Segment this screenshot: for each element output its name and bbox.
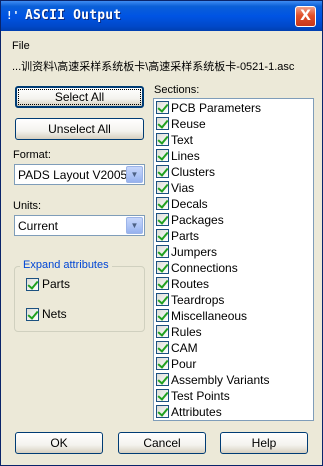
- section-label: Packages: [171, 213, 224, 227]
- section-label: Reuse: [171, 117, 206, 131]
- section-checkbox[interactable]: [156, 261, 169, 274]
- section-label: Parts: [171, 229, 200, 243]
- units-select[interactable]: Current ▼: [14, 215, 145, 236]
- section-label: PCB Parameters: [171, 101, 262, 115]
- list-item[interactable]: Routes: [154, 276, 313, 292]
- help-button[interactable]: Help: [220, 432, 308, 454]
- section-label: Routes: [171, 277, 210, 291]
- units-label: Units:: [13, 200, 42, 212]
- list-item[interactable]: Text: [154, 132, 313, 148]
- chevron-down-icon[interactable]: ▼: [126, 166, 143, 183]
- list-item[interactable]: Lines: [154, 148, 313, 164]
- section-checkbox[interactable]: [156, 101, 169, 114]
- section-checkbox[interactable]: [156, 357, 169, 370]
- section-checkbox[interactable]: [156, 245, 169, 258]
- section-checkbox[interactable]: [156, 373, 169, 386]
- expand-attributes-group: [14, 266, 145, 332]
- section-checkbox[interactable]: [156, 149, 169, 162]
- format-value: PADS Layout V2005.2: [18, 168, 138, 182]
- select-all-button[interactable]: Select All: [15, 86, 144, 108]
- close-button[interactable]: X: [295, 6, 316, 27]
- section-checkbox[interactable]: [156, 213, 169, 226]
- format-label: Format:: [13, 149, 51, 161]
- list-item[interactable]: Rules: [154, 324, 313, 340]
- section-checkbox[interactable]: [156, 277, 169, 290]
- expand-parts-checkbox[interactable]: [26, 278, 39, 291]
- list-item[interactable]: Connections: [154, 260, 313, 276]
- expand-nets-label: Nets: [42, 307, 67, 321]
- list-item[interactable]: Jumpers: [154, 244, 313, 260]
- list-item[interactable]: Pour: [154, 356, 313, 372]
- section-label: Pour: [171, 357, 197, 371]
- list-item[interactable]: CAM: [154, 340, 313, 356]
- section-checkbox[interactable]: [156, 405, 169, 418]
- list-item[interactable]: Miscellaneous: [154, 308, 313, 324]
- section-label: Text: [171, 133, 194, 147]
- list-item[interactable]: Decals: [154, 196, 313, 212]
- ascii-output-dialog: !' ASCII Output X File ...训资料\高速采样系统板卡\高…: [0, 0, 323, 466]
- app-icon: !': [6, 9, 20, 22]
- list-item[interactable]: Assembly Variants: [154, 372, 313, 388]
- section-checkbox[interactable]: [156, 389, 169, 402]
- list-item[interactable]: Vias: [154, 180, 313, 196]
- section-label: Attributes: [171, 405, 222, 419]
- expand-attributes-title: Expand attributes: [20, 259, 112, 271]
- section-checkbox[interactable]: [156, 133, 169, 146]
- unselect-all-button[interactable]: Unselect All: [15, 118, 144, 140]
- list-item[interactable]: Teardrops: [154, 292, 313, 308]
- list-item[interactable]: Attributes: [154, 404, 313, 420]
- section-label: Vias: [171, 181, 195, 195]
- list-item[interactable]: Parts: [154, 228, 313, 244]
- section-checkbox[interactable]: [156, 117, 169, 130]
- list-item[interactable]: PCB Parameters: [154, 100, 313, 116]
- file-label: File: [12, 40, 30, 52]
- format-select[interactable]: PADS Layout V2005.2 ▼: [14, 164, 145, 185]
- list-item[interactable]: Clusters: [154, 164, 313, 180]
- list-item[interactable]: Test Points: [154, 388, 313, 404]
- section-checkbox[interactable]: [156, 309, 169, 322]
- section-checkbox[interactable]: [156, 197, 169, 210]
- section-label: Test Points: [171, 389, 230, 403]
- section-checkbox[interactable]: [156, 341, 169, 354]
- expand-nets-checkbox[interactable]: [26, 308, 39, 321]
- sections-list[interactable]: PCB Parameters Reuse Text Lines Clusters…: [153, 98, 314, 421]
- section-label: Jumpers: [171, 245, 218, 259]
- section-checkbox[interactable]: [156, 325, 169, 338]
- section-label: Miscellaneous: [171, 309, 248, 323]
- section-checkbox[interactable]: [156, 229, 169, 242]
- section-label: Teardrops: [171, 293, 225, 307]
- section-label: CAM: [171, 341, 198, 355]
- section-checkbox[interactable]: [156, 181, 169, 194]
- section-label: Connections: [171, 261, 238, 275]
- expand-parts-label: Parts: [42, 277, 71, 291]
- chevron-down-icon[interactable]: ▼: [126, 217, 143, 234]
- units-value: Current: [18, 219, 59, 233]
- window-title: ASCII Output: [25, 8, 122, 23]
- list-item[interactable]: Packages: [154, 212, 313, 228]
- section-label: Rules: [171, 325, 202, 339]
- ok-button[interactable]: OK: [15, 432, 103, 454]
- section-checkbox[interactable]: [156, 293, 169, 306]
- section-label: Decals: [171, 197, 208, 211]
- sections-label: Sections:: [154, 84, 200, 96]
- file-path: ...训资料\高速采样系统板卡\高速采样系统板卡-0521-1.asc: [12, 61, 295, 73]
- title-bar[interactable]: !' ASCII Output X: [1, 1, 322, 31]
- close-icon: X: [300, 8, 311, 24]
- section-checkbox[interactable]: [156, 165, 169, 178]
- section-label: Lines: [171, 149, 200, 163]
- section-label: Assembly Variants: [171, 373, 270, 387]
- section-label: Clusters: [171, 165, 216, 179]
- cancel-button[interactable]: Cancel: [118, 432, 206, 454]
- list-item[interactable]: Reuse: [154, 116, 313, 132]
